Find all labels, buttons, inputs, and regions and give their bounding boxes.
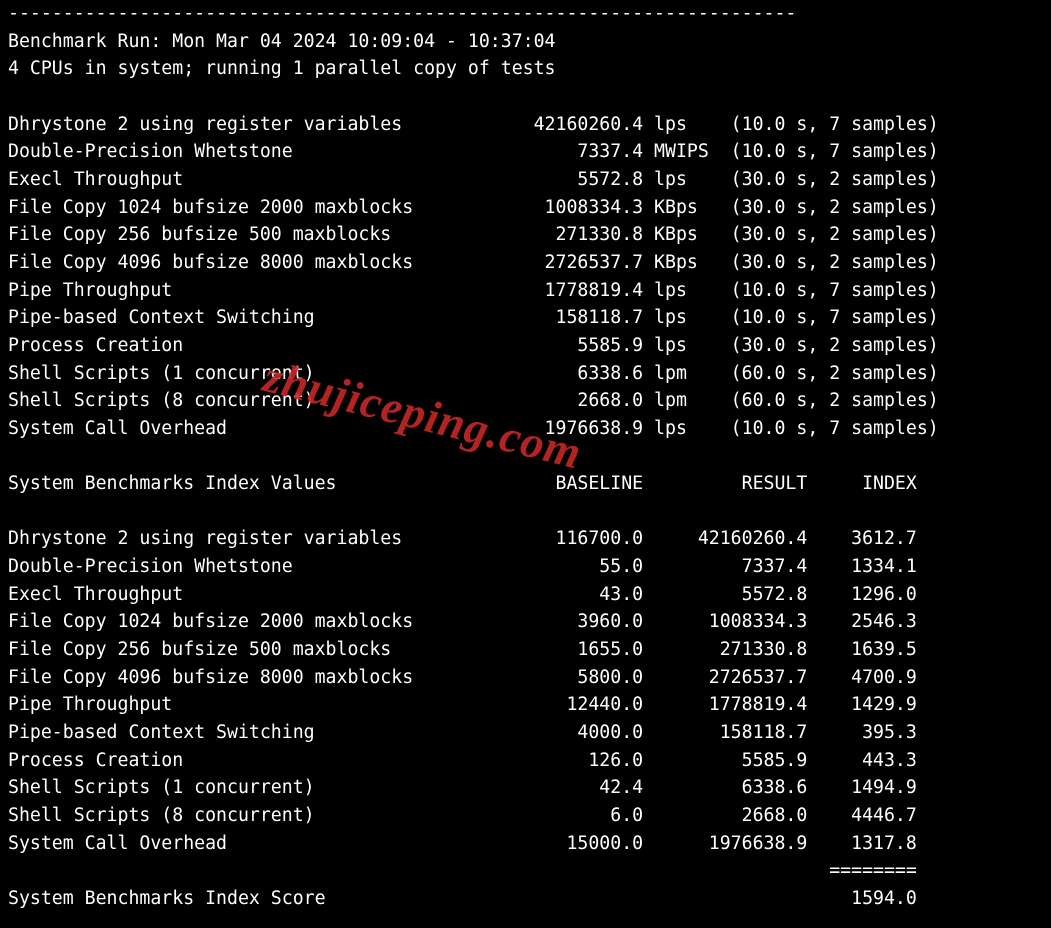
index-block: Dhrystone 2 using register variables 116… xyxy=(8,528,917,853)
terminal-output: ----------------------------------------… xyxy=(0,0,1051,913)
cpu-info-line: 4 CPUs in system; running 1 parallel cop… xyxy=(8,58,556,79)
tests-block: Dhrystone 2 using register variables 421… xyxy=(8,114,939,439)
benchmark-run-line: Benchmark Run: Mon Mar 04 2024 10:09:04 … xyxy=(8,31,556,52)
score-line: System Benchmarks Index Score 1594.0 xyxy=(8,888,917,909)
score-divider-line: ======== xyxy=(8,860,917,881)
index-header-line: System Benchmarks Index Values BASELINE … xyxy=(8,473,917,494)
divider-line: ----------------------------------------… xyxy=(8,3,796,24)
